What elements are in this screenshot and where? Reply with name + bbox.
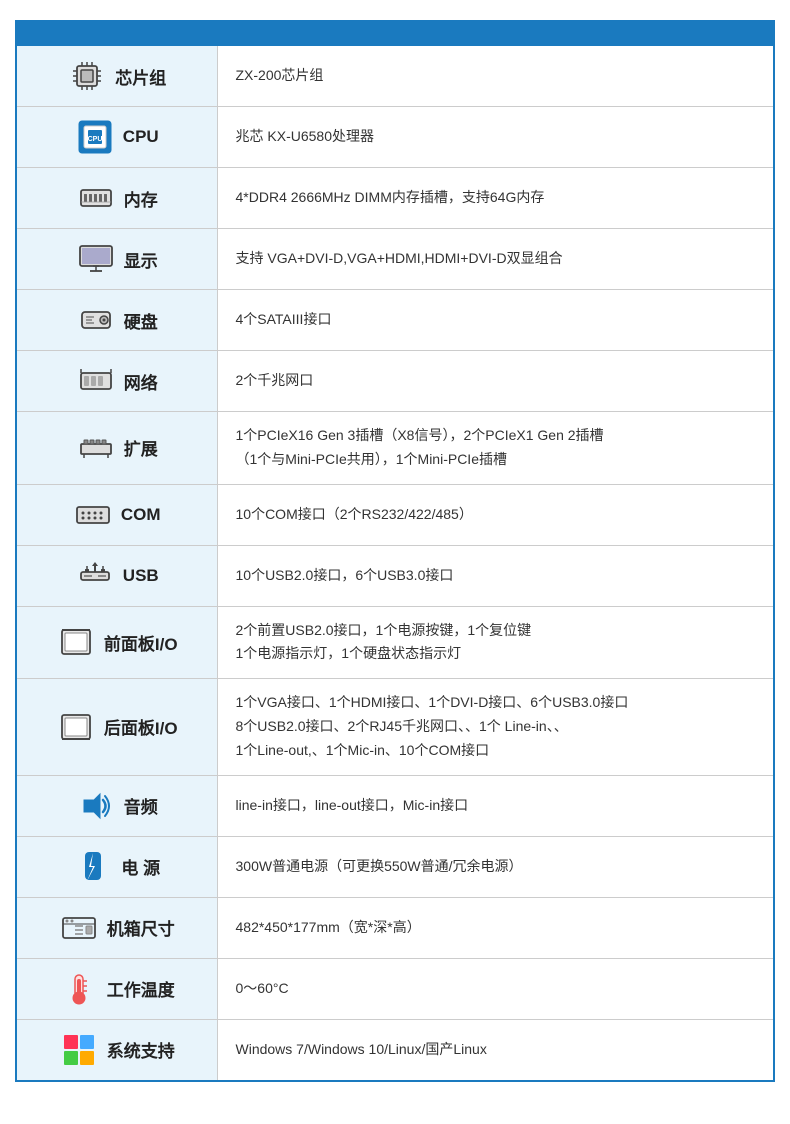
- label-text-usb: USB: [123, 566, 159, 586]
- value-cell-chipset: ZX-200芯片组: [217, 46, 773, 107]
- table-row: 显示 支持 VGA+DVI-D,VGA+HDMI,HDMI+DVI-D双显组合: [17, 229, 773, 290]
- label-text-hdd: 硬盘: [124, 308, 158, 333]
- label-text-front-io: 前面板I/O: [104, 630, 178, 655]
- label-cell-power: 电 源: [17, 836, 217, 897]
- value-cell-audio: line-in接口，line-out接口，Mic-in接口: [217, 775, 773, 836]
- label-cell-rear-io: 后面板I/O: [17, 679, 217, 775]
- label-text-memory: 内存: [124, 186, 158, 211]
- value-cell-rear-io: 1个VGA接口、1个HDMI接口、1个DVI-D接口、6个USB3.0接口8个U…: [217, 679, 773, 775]
- table-row: 网络 2个千兆网口: [17, 351, 773, 412]
- rear-io-icon: [56, 707, 96, 747]
- table-row: 电 源 300W普通电源（可更换550W普通/冗余电源）: [17, 836, 773, 897]
- network-icon: [76, 361, 116, 401]
- label-cell-usb: USB: [17, 545, 217, 606]
- table-row: 工作温度 0～60°C: [17, 958, 773, 1019]
- label-text-cpu: CPU: [123, 127, 159, 147]
- value-cell-usb: 10个USB2.0接口，6个USB3.0接口: [217, 545, 773, 606]
- usb-icon: [75, 556, 115, 596]
- label-text-display: 显示: [124, 247, 158, 272]
- table-row: 扩展 1个PCIeX16 Gen 3插槽（X8信号），2个PCIeX1 Gen 2…: [17, 412, 773, 485]
- label-text-com: COM: [121, 505, 161, 525]
- label-text-power: 电 源: [121, 854, 160, 879]
- com-icon: [73, 495, 113, 535]
- table-row: 内存 4*DDR4 2666MHz DIMM内存插槽，支持64G内存: [17, 168, 773, 229]
- value-cell-network: 2个千兆网口: [217, 351, 773, 412]
- value-cell-power: 300W普通电源（可更换550W普通/冗余电源）: [217, 836, 773, 897]
- svg-text:CPU: CPU: [87, 136, 102, 143]
- hdd-icon: [76, 300, 116, 340]
- label-cell-chipset: 芯片组: [17, 46, 217, 107]
- table-row: USB 10个USB2.0接口，6个USB3.0接口: [17, 545, 773, 606]
- table-row: COM 10个COM接口（2个RS232/422/485）: [17, 484, 773, 545]
- label-text-network: 网络: [124, 369, 158, 394]
- chipset-icon: [67, 56, 107, 96]
- label-cell-temperature: 工作温度: [17, 958, 217, 1019]
- os-icon: [59, 1030, 99, 1070]
- value-cell-display: 支持 VGA+DVI-D,VGA+HDMI,HDMI+DVI-D双显组合: [217, 229, 773, 290]
- table-row: 硬盘 4个SATAIII接口: [17, 290, 773, 351]
- audio-icon: [76, 786, 116, 826]
- value-cell-cpu: 兆芯 KX-U6580处理器: [217, 107, 773, 168]
- label-text-temperature: 工作温度: [107, 976, 175, 1001]
- value-cell-memory: 4*DDR4 2666MHz DIMM内存插槽，支持64G内存: [217, 168, 773, 229]
- label-cell-memory: 内存: [17, 168, 217, 229]
- label-text-chipset: 芯片组: [115, 64, 166, 89]
- label-cell-display: 显示: [17, 229, 217, 290]
- label-cell-network: 网络: [17, 351, 217, 412]
- value-cell-com: 10个COM接口（2个RS232/422/485）: [217, 484, 773, 545]
- label-text-expansion: 扩展: [124, 435, 158, 460]
- temperature-icon: [59, 969, 99, 1009]
- front-io-icon: [56, 622, 96, 662]
- cpu-icon: CPU: [75, 117, 115, 157]
- table-row: 音频 line-in接口，line-out接口，Mic-in接口: [17, 775, 773, 836]
- label-cell-audio: 音频: [17, 775, 217, 836]
- label-cell-expansion: 扩展: [17, 412, 217, 485]
- display-icon: [76, 239, 116, 279]
- page-title: [17, 22, 773, 46]
- value-cell-hdd: 4个SATAIII接口: [217, 290, 773, 351]
- power-icon: [73, 847, 113, 887]
- label-text-os: 系统支持: [107, 1037, 175, 1062]
- table-row: 后面板I/O 1个VGA接口、1个HDMI接口、1个DVI-D接口、6个USB3.…: [17, 679, 773, 775]
- label-cell-front-io: 前面板I/O: [17, 606, 217, 679]
- chassis-icon: [59, 908, 99, 948]
- label-cell-cpu: CPU CPU: [17, 107, 217, 168]
- label-cell-os: 系统支持: [17, 1019, 217, 1080]
- value-cell-os: Windows 7/Windows 10/Linux/国产Linux: [217, 1019, 773, 1080]
- value-cell-front-io: 2个前置USB2.0接口，1个电源按键，1个复位键1个电源指示灯，1个硬盘状态指…: [217, 606, 773, 679]
- value-cell-temperature: 0～60°C: [217, 958, 773, 1019]
- label-text-chassis: 机箱尺寸: [107, 915, 175, 940]
- label-text-rear-io: 后面板I/O: [104, 714, 178, 739]
- label-text-audio: 音频: [124, 793, 158, 818]
- label-cell-com: COM: [17, 484, 217, 545]
- table-row: 机箱尺寸 482*450*177mm（宽*深*高）: [17, 897, 773, 958]
- table-row: 芯片组 ZX-200芯片组: [17, 46, 773, 107]
- spec-table: 芯片组ZX-200芯片组 CPU CPU兆芯 KX-U6580处理器 内存4*D…: [17, 46, 773, 1080]
- label-cell-chassis: 机箱尺寸: [17, 897, 217, 958]
- label-cell-hdd: 硬盘: [17, 290, 217, 351]
- value-cell-expansion: 1个PCIeX16 Gen 3插槽（X8信号），2个PCIeX1 Gen 2插槽…: [217, 412, 773, 485]
- table-row: 前面板I/O 2个前置USB2.0接口，1个电源按键，1个复位键1个电源指示灯，1…: [17, 606, 773, 679]
- expansion-icon: [76, 428, 116, 468]
- memory-icon: [76, 178, 116, 218]
- table-row: CPU CPU兆芯 KX-U6580处理器: [17, 107, 773, 168]
- table-row: 系统支持 Windows 7/Windows 10/Linux/国产Linux: [17, 1019, 773, 1080]
- value-cell-chassis: 482*450*177mm（宽*深*高）: [217, 897, 773, 958]
- spec-table-container: 芯片组ZX-200芯片组 CPU CPU兆芯 KX-U6580处理器 内存4*D…: [15, 20, 775, 1082]
